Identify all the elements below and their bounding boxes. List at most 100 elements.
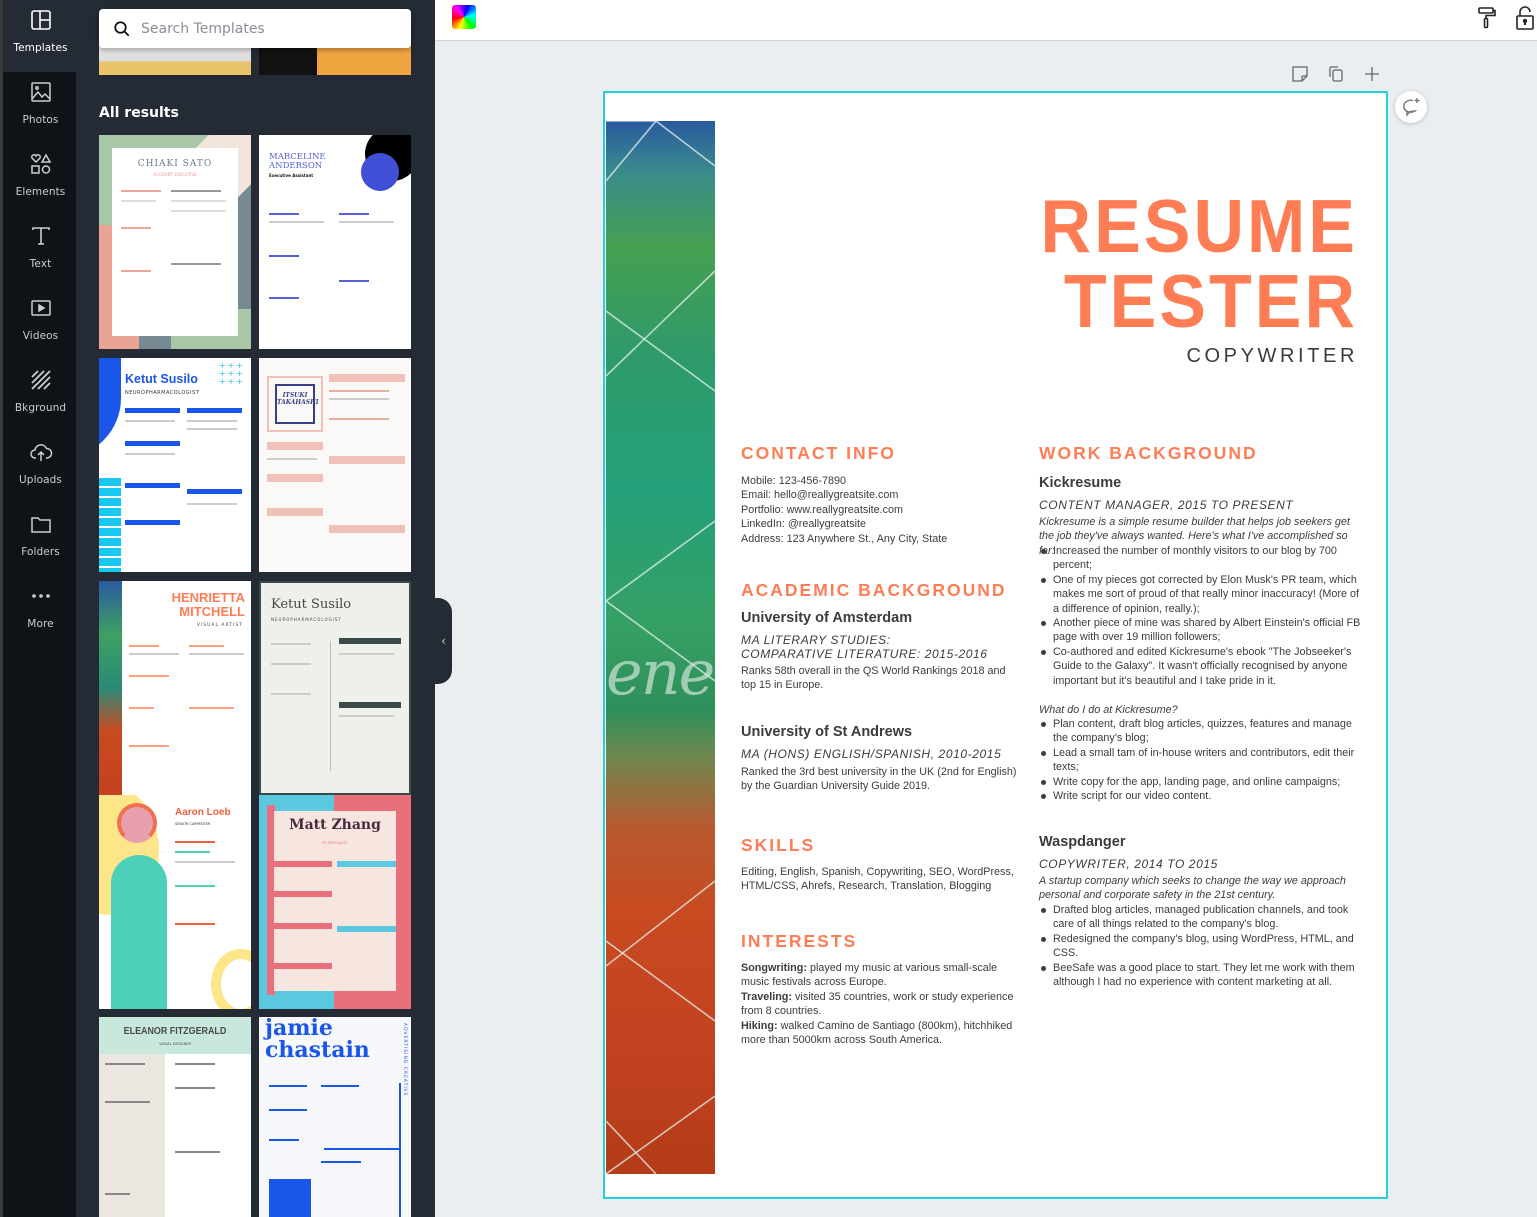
bullet-item: Redesigned the company's blog, using Wor…: [1039, 932, 1361, 961]
role-question: What do I do at Kickresume?: [1039, 704, 1178, 716]
chevron-left-icon: ‹: [441, 634, 446, 648]
template-subtitle: Executive Assistant: [269, 173, 314, 178]
contact-heading: CONTACT INFO: [741, 443, 896, 463]
rail-item-videos[interactable]: Videos: [3, 296, 78, 360]
template-subtitle: VISUAL DESIGNER: [159, 1042, 191, 1046]
school-note: Ranked the 3rd best university in the UK…: [741, 766, 1017, 793]
template-name: ELEANOR FITZGERALD: [123, 1025, 227, 1037]
contact-address: Address: 123 Anywhere St., Any City, Sta…: [741, 532, 948, 545]
rail-label: Folders: [21, 546, 60, 558]
template-card[interactable]: jamie chastain ADVERTISING CREATIVE: [259, 1017, 411, 1217]
search-icon: [114, 20, 130, 36]
template-subtitle: NEUROPHARMACOLOGIST: [271, 617, 342, 622]
rail-item-photos[interactable]: Photos: [3, 80, 78, 144]
templates-panel: All results CHIAKI SATO ACCOUNT EXECUTIV…: [76, 0, 435, 1217]
template-card[interactable]: HENRIETTA MITCHELL VISUAL ARTIST: [99, 581, 251, 795]
rail-item-background[interactable]: Bkground: [3, 368, 78, 432]
template-card[interactable]: Matt Zhang PR SPECIALIST: [259, 795, 411, 1009]
decorative-script-text: ene: [606, 636, 715, 709]
interests-heading: INTERESTS: [741, 931, 858, 951]
page-tools: [1290, 64, 1382, 84]
resume-name-line1: RESUME: [1040, 183, 1358, 269]
template-card[interactable]: CHIAKI SATO ACCOUNT EXECUTIVE: [99, 135, 251, 349]
bullet-item: Another piece of mine was shared by Albe…: [1039, 616, 1361, 645]
rail-label: Templates: [13, 42, 68, 54]
notes-icon[interactable]: [1290, 64, 1310, 84]
interests-list: Songwriting: played my music at various …: [741, 961, 1019, 1047]
job-role: CONTENT MANAGER, 2015 TO PRESENT: [1039, 498, 1294, 512]
contact-details: Mobile: 123-456-7890 Email: hello@really…: [741, 474, 947, 546]
rail-label: Bkground: [14, 402, 67, 414]
template-card[interactable]: ELEANOR FITZGERALD VISUAL DESIGNER: [99, 1017, 251, 1217]
template-name: jamie chastain: [265, 1017, 370, 1063]
comment-add-icon: [1403, 98, 1420, 117]
decorative-painting-strip: ene: [606, 121, 715, 1174]
photos-icon: [30, 82, 51, 102]
bullet-item: Drafted blog articles, managed publicati…: [1039, 903, 1361, 932]
add-comment-button[interactable]: [1395, 91, 1427, 123]
interest-label: Songwriting:: [741, 962, 807, 974]
job-role: COPYWRITER, 2014 TO 2015: [1039, 857, 1218, 871]
rail-label: Text: [29, 258, 52, 270]
paint-roller-icon[interactable]: [1477, 6, 1497, 30]
template-card[interactable]: Aaron Loeb SENIOR CARPENTER: [99, 795, 251, 1009]
contact-mobile: Mobile: 123-456-7890: [741, 475, 847, 487]
interest-label: Traveling:: [741, 990, 793, 1003]
rail-item-folders[interactable]: Folders: [3, 512, 78, 576]
degree: MA (HONS) ENGLISH/SPANISH, 2010-2015: [741, 747, 1002, 761]
interest-label: Hiking:: [741, 1019, 778, 1032]
school-note: Ranks 58th overall in the QS World Ranki…: [741, 665, 1006, 692]
rail-item-more[interactable]: More: [3, 584, 78, 648]
color-picker-icon[interactable]: [452, 5, 476, 29]
videos-icon: [30, 300, 51, 316]
template-subtitle: NEUROPHARMACOLOGIST: [125, 390, 200, 396]
duties-list: Plan content, draft blog articles, quizz…: [1039, 717, 1361, 803]
contact-linkedin: LinkedIn: @reallygreatsite: [741, 518, 866, 531]
template-subtitle: PR SPECIALIST: [322, 841, 348, 845]
interest-item: Songwriting: played my music at various …: [741, 961, 1019, 990]
skills-list: Editing, English, Spanish, Copywriting, …: [741, 866, 1014, 893]
rail-label: More: [27, 618, 54, 630]
text-icon: [31, 227, 50, 245]
rail-item-templates[interactable]: Templates: [3, 8, 78, 72]
resume-page[interactable]: ene RESUME TESTER COPYWRITER CONTACT INF…: [603, 91, 1388, 1199]
interest-item: Traveling: visited 35 countries, work or…: [741, 990, 1019, 1019]
bullet-item: One of my pieces got corrected by Elon M…: [1039, 573, 1361, 616]
uploads-icon: [29, 444, 52, 461]
company-name: Waspdanger: [1039, 834, 1126, 850]
template-name: Ketut Susilo: [271, 597, 352, 612]
template-name: Ketut Susilo: [125, 372, 198, 386]
rail-label: Elements: [15, 186, 66, 198]
folders-icon: [30, 517, 51, 533]
bullet-item: BeeSafe was a good place to start. They …: [1039, 961, 1361, 990]
template-subtitle: SENIOR CARPENTER: [175, 822, 211, 826]
template-card[interactable]: Ketut Susilo NEUROPHARMACOLOGIST: [259, 581, 411, 795]
bullet-item: Write copy for the app, landing page, an…: [1039, 775, 1361, 789]
contact-email: Email: hello@reallygreatsite.com: [741, 489, 899, 502]
bullet-item: Write script for our video content.: [1039, 789, 1361, 803]
search-bar[interactable]: [99, 9, 411, 48]
template-card[interactable]: ITSUKI TAKAHASHI: [259, 358, 411, 572]
rail-item-uploads[interactable]: Uploads: [3, 440, 78, 504]
template-card[interactable]: MARCELINE ANDERSON Executive Assistant: [259, 135, 411, 349]
collapse-panel-button[interactable]: ‹: [435, 598, 452, 684]
rail-item-text[interactable]: Text: [3, 224, 78, 288]
company-name: Kickresume: [1039, 475, 1122, 491]
resume-name-line2: TESTER: [1063, 258, 1358, 344]
template-name: ITSUKI TAKAHASHI: [275, 384, 319, 424]
more-icon: [31, 594, 50, 598]
template-card[interactable]: Ketut Susilo NEUROPHARMACOLOGIST +++ +++ +…: [99, 358, 251, 572]
contact-portfolio: Portfolio: www.reallygreatsite.com: [741, 503, 904, 516]
template-name: CHIAKI SATO: [137, 159, 213, 169]
rail-item-elements[interactable]: Elements: [3, 152, 78, 216]
elements-icon: [30, 153, 51, 174]
interest-text: walked Camino de Santiago (800km), hitch…: [741, 1019, 1013, 1047]
degree-line: COMPARATIVE LITERATURE: 2015-2016: [741, 647, 988, 661]
template-name: Aaron Loeb: [175, 807, 231, 818]
duplicate-page-icon[interactable]: [1326, 64, 1346, 84]
bullet-item: Plan content, draft blog articles, quizz…: [1039, 717, 1361, 746]
search-input[interactable]: [141, 20, 381, 37]
unlock-icon[interactable]: [1515, 5, 1535, 31]
add-page-icon[interactable]: [1362, 64, 1382, 84]
school-name: University of Amsterdam: [741, 610, 913, 626]
